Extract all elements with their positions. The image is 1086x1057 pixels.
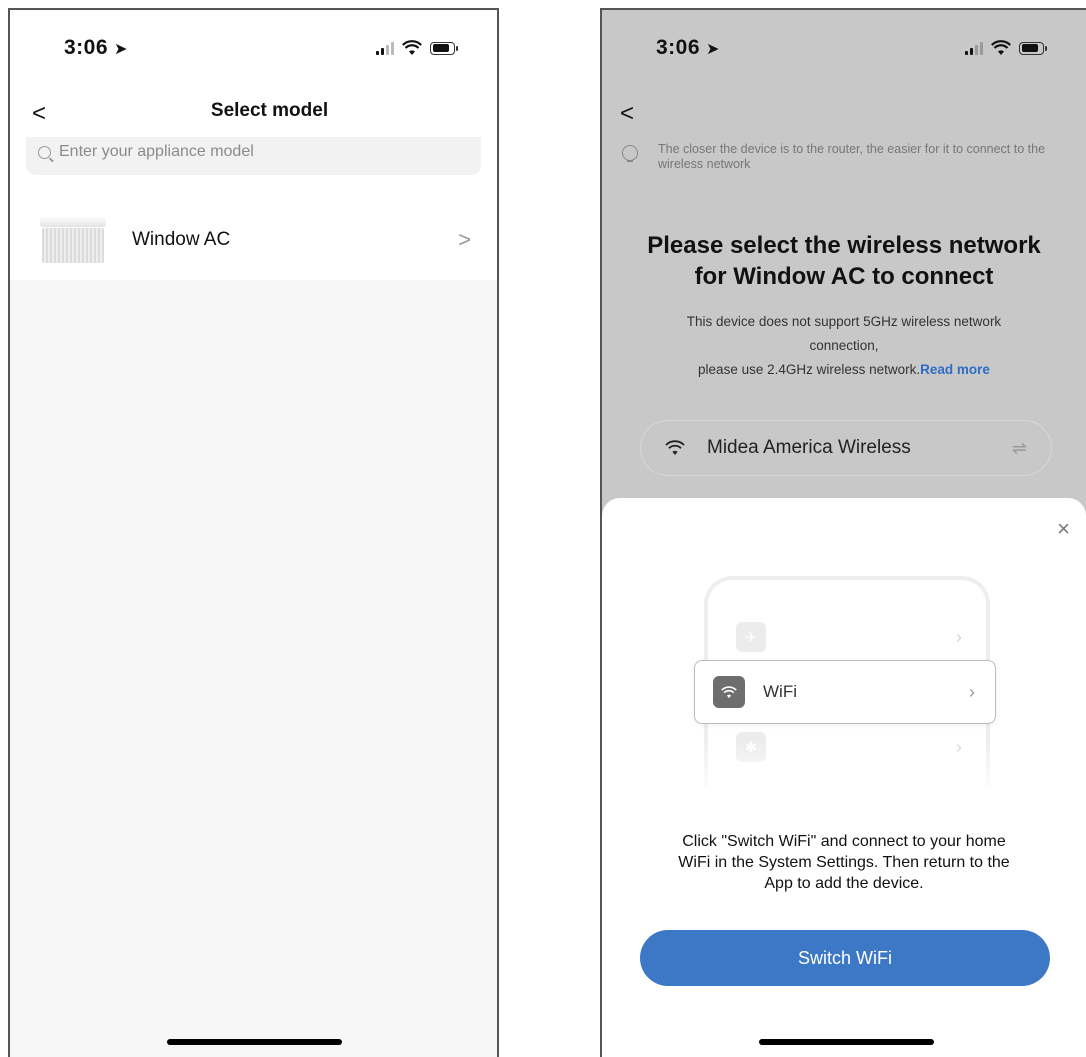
- page-title-text: Select model: [210, 100, 329, 121]
- heading-line-1: Please select the wireless network: [647, 232, 1041, 259]
- back-button[interactable]: <: [620, 102, 634, 126]
- model-name: Window AC: [132, 229, 231, 250]
- read-more-link[interactable]: Read more: [920, 362, 990, 377]
- note-line-1: This device does not support 5GHz wirele…: [686, 314, 1002, 329]
- search-bar[interactable]: [26, 137, 481, 175]
- wifi-status-icon: [991, 40, 1011, 55]
- switch-wifi-button[interactable]: Switch WiFi: [640, 930, 1050, 986]
- status-time-text: 3:06: [656, 36, 701, 59]
- home-indicator[interactable]: [759, 1039, 934, 1045]
- window-ac-thumbnail: [38, 217, 108, 263]
- location-arrow-icon: ➤: [114, 41, 128, 58]
- status-bar: 3:06 ➤: [10, 10, 497, 80]
- switch-wifi-sheet: × ✈ › ✱ › WiFi › Click "Switch WiFi" and…: [602, 498, 1086, 1057]
- router-tip: The closer the device is to the router, …: [622, 142, 1066, 172]
- instruction-line-1: Click "Switch WiFi" and connect to your …: [682, 833, 1006, 850]
- status-time: 3:06 ➤: [64, 36, 128, 60]
- battery-icon: [430, 41, 458, 55]
- network-select-heading: Please select the wireless network for W…: [602, 230, 1086, 292]
- close-button[interactable]: ×: [1057, 516, 1070, 542]
- selected-network-field[interactable]: Midea America Wireless ⇌: [640, 420, 1052, 476]
- status-icons: [376, 40, 458, 56]
- status-icons: [965, 40, 1047, 56]
- status-time: 3:06 ➤: [656, 36, 720, 60]
- note-line-3: please use 2.4GHz wireless network.Read …: [632, 358, 1056, 382]
- home-indicator[interactable]: [167, 1039, 342, 1045]
- search-icon: [38, 146, 51, 159]
- switch-wifi-instructions: Click "Switch WiFi" and connect to your …: [642, 831, 1046, 894]
- search-input[interactable]: [59, 143, 469, 161]
- illustration-wifi-row: WiFi ›: [694, 660, 996, 724]
- heading-line-2: for Window AC to connect: [694, 263, 994, 290]
- lightbulb-icon: [622, 145, 638, 162]
- note-line-3-text: please use 2.4GHz wireless network.: [698, 362, 921, 377]
- wifi-icon: [665, 440, 685, 455]
- wifi-icon: [713, 676, 745, 708]
- wireless-network-screen: 3:06 ➤ < The closer the device is to the …: [600, 8, 1086, 1057]
- airplane-icon: ✈: [736, 622, 766, 652]
- illustration-fade: [692, 738, 998, 798]
- cellular-signal-icon: [965, 41, 983, 55]
- status-time-text: 3:06: [64, 36, 109, 59]
- instruction-line-3: App to add the device.: [764, 875, 924, 892]
- select-model-header: < Select model Window AC >: [10, 80, 497, 280]
- chevron-right-icon: ›: [969, 681, 975, 702]
- illustration-row-airplane: ✈ ›: [736, 622, 962, 652]
- chevron-right-icon: ›: [956, 626, 962, 647]
- note-line-2: connection,: [809, 338, 879, 353]
- status-bar: 3:06 ➤: [602, 10, 1086, 80]
- chevron-right-icon: >: [458, 227, 471, 252]
- cellular-signal-icon: [376, 41, 394, 55]
- swap-network-icon[interactable]: ⇌: [1012, 438, 1027, 459]
- instruction-line-2: WiFi in the System Settings. Then return…: [678, 854, 1010, 871]
- wifi-status-icon: [402, 40, 422, 55]
- page-title: Select model: [10, 100, 497, 122]
- network-support-note: This device does not support 5GHz wirele…: [632, 310, 1056, 382]
- router-tip-text: The closer the device is to the router, …: [658, 142, 1046, 171]
- network-name: Midea America Wireless: [707, 437, 911, 458]
- select-model-screen: 3:06 ➤ < Select model Window AC >: [8, 8, 499, 1057]
- battery-icon: [1019, 41, 1047, 55]
- location-arrow-icon: ➤: [706, 41, 720, 58]
- model-list-item-window-ac[interactable]: Window AC >: [10, 200, 497, 280]
- wifi-label: WiFi: [763, 682, 797, 701]
